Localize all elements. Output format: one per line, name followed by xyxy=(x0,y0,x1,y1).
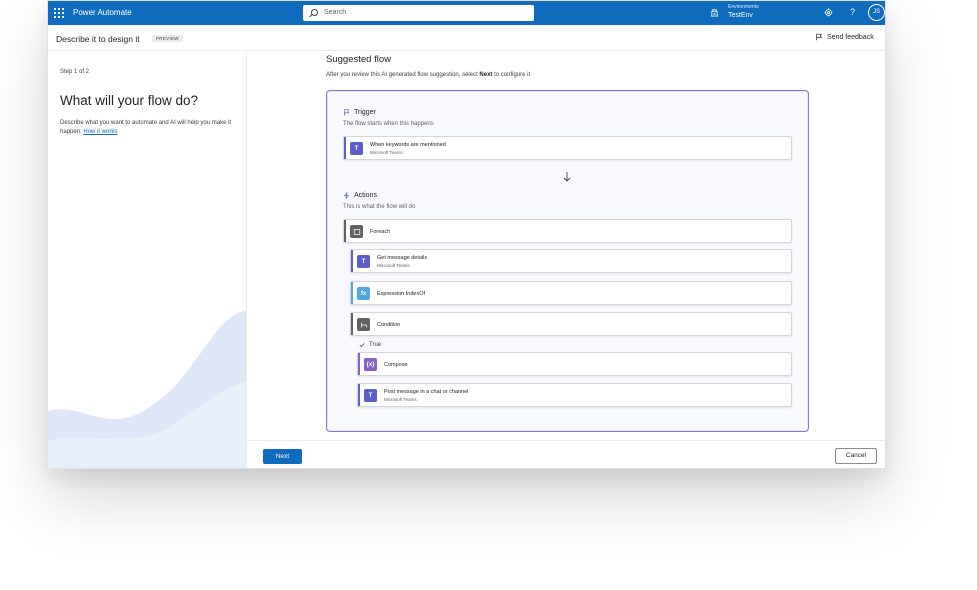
send-feedback-label: Send feedback xyxy=(827,33,874,41)
action-title: Condition xyxy=(377,322,401,328)
condition-true-branch[interactable]: True xyxy=(359,342,381,348)
action-card-compose[interactable]: {x} Compose xyxy=(357,352,792,376)
teams-icon: T xyxy=(364,389,377,402)
action-title: Get message details xyxy=(377,255,428,261)
environment-icon[interactable] xyxy=(710,8,719,17)
environment-name[interactable]: TestEnv xyxy=(728,12,753,19)
search-input[interactable]: Search xyxy=(303,5,534,21)
card-accent-bar xyxy=(358,353,360,375)
condition-icon xyxy=(357,318,370,331)
trigger-flag-icon xyxy=(343,109,350,116)
footer-bar: Next Cancel xyxy=(247,440,885,468)
suggested-flow-card: Trigger The flow starts when this happen… xyxy=(326,90,809,432)
action-title: Post message in a chat or channel xyxy=(384,389,469,395)
action-card-condition[interactable]: Condition xyxy=(350,312,792,336)
foreach-icon xyxy=(350,225,363,238)
suggested-flow-title: Suggested flow xyxy=(326,54,391,65)
app-window: Power Automate Search Environments TestE… xyxy=(47,0,886,469)
search-placeholder: Search xyxy=(324,9,347,16)
card-accent-bar xyxy=(344,137,346,159)
decorative-wave xyxy=(48,311,246,468)
cancel-button[interactable]: Cancel xyxy=(835,448,877,464)
card-accent-bar xyxy=(351,282,353,304)
trigger-card[interactable]: T When keywords are mentioned Microsoft … xyxy=(343,136,792,160)
action-connector: Microsoft Teams xyxy=(377,263,410,268)
action-title: Foreach xyxy=(370,229,391,235)
trigger-subtitle: The flow starts when this happens xyxy=(343,121,434,127)
checkmark-icon xyxy=(359,343,365,348)
page-title: Describe it to design it xyxy=(56,34,140,44)
help-icon[interactable]: ? xyxy=(850,7,855,17)
subtitle-next-emphasis: Next xyxy=(479,72,493,78)
teams-icon: T xyxy=(357,255,370,268)
action-card-expression-indexof[interactable]: fx Expression IndexOf xyxy=(350,281,792,305)
subtitle-text: After you review this AI generated flow … xyxy=(326,72,480,78)
arrow-down-icon xyxy=(563,172,571,182)
trigger-card-connector: Microsoft Teams xyxy=(370,150,403,155)
next-button[interactable]: Next xyxy=(263,449,302,464)
expression-icon: fx xyxy=(357,287,370,300)
settings-icon[interactable] xyxy=(824,8,833,17)
action-card-get-message-details[interactable]: T Get message details Microsoft Teams xyxy=(350,249,792,273)
trigger-card-title: When keywords are mentioned xyxy=(370,142,446,148)
environments-label: Environments xyxy=(728,4,759,10)
page-header: Describe it to design it PREVIEW Send fe… xyxy=(48,25,885,51)
send-feedback-button[interactable]: Send feedback xyxy=(815,33,874,41)
how-it-works-link[interactable]: How it works xyxy=(83,129,117,135)
action-connector: Microsoft Teams xyxy=(384,397,417,402)
actions-heading-label: Actions xyxy=(354,192,377,199)
subtitle-text-end: to configure it xyxy=(492,72,531,78)
action-title: Compose xyxy=(384,362,408,368)
preview-badge: PREVIEW xyxy=(152,35,183,42)
trigger-heading-label: Trigger xyxy=(354,109,376,116)
app-title[interactable]: Power Automate xyxy=(73,8,132,17)
left-panel: Step 1 of 2 What will your flow do? Desc… xyxy=(48,51,247,468)
top-bar: Power Automate Search Environments TestE… xyxy=(48,1,885,25)
action-card-foreach[interactable]: Foreach xyxy=(343,219,792,243)
suggested-flow-subtitle: After you review this AI generated flow … xyxy=(326,72,530,78)
waffle-icon[interactable] xyxy=(54,8,64,18)
panel-description: Describe what you want to automate and A… xyxy=(60,119,232,137)
compose-icon: {x} xyxy=(364,358,377,371)
trigger-heading: Trigger xyxy=(343,109,376,116)
search-icon xyxy=(311,9,318,16)
teams-icon: T xyxy=(350,142,363,155)
step-indicator: Step 1 of 2 xyxy=(60,69,90,75)
feedback-icon xyxy=(816,33,823,41)
card-accent-bar xyxy=(351,313,353,335)
card-accent-bar xyxy=(358,384,360,406)
avatar[interactable]: JS xyxy=(868,4,885,21)
action-card-post-message[interactable]: T Post message in a chat or channel Micr… xyxy=(357,383,792,407)
actions-bolt-icon xyxy=(343,192,350,199)
panel-heading: What will your flow do? xyxy=(60,93,199,108)
card-accent-bar xyxy=(351,250,353,272)
action-title: Expression IndexOf xyxy=(377,291,425,297)
card-accent-bar xyxy=(344,220,346,242)
true-branch-label: True xyxy=(369,342,382,348)
actions-subtitle: This is what the flow will do xyxy=(343,204,416,210)
actions-heading: Actions xyxy=(343,192,377,199)
